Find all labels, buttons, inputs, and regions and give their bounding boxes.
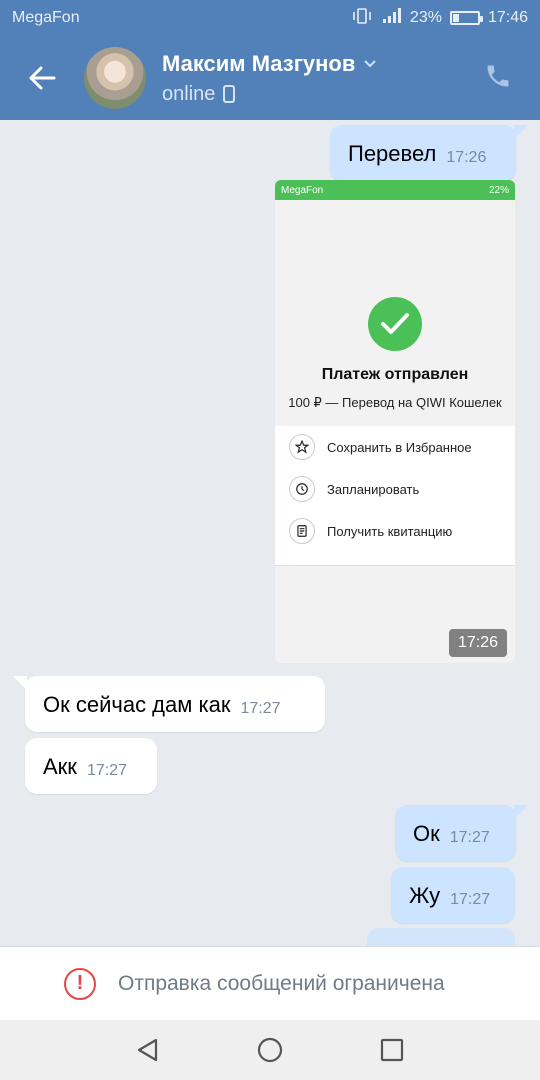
- presence-row: online: [162, 83, 377, 106]
- payment-title: Платеж отправлен: [321, 366, 469, 383]
- message-text: Жу: [409, 883, 441, 908]
- message-bubble[interactable]: Перевел 17:26: [330, 125, 528, 181]
- clock-icon: [289, 476, 315, 502]
- message-bubble[interactable]: Акк 17:27: [25, 738, 157, 794]
- system-nav-bar: [0, 1020, 540, 1080]
- chevron-down-icon: [364, 59, 377, 67]
- message-text: Ок: [413, 821, 440, 846]
- status-icons: 23% 17:46: [352, 7, 528, 30]
- message-text: Перевел: [348, 141, 437, 166]
- avatar[interactable]: [84, 47, 146, 109]
- payment-subtitle: 100 ₽ — Перевод на QIWI Кошелек: [288, 395, 502, 410]
- menu-item-schedule: Запланировать: [275, 468, 515, 510]
- battery-icon: [449, 11, 483, 25]
- success-check-icon: [368, 297, 422, 351]
- attachment-battery: 22%: [488, 184, 509, 196]
- battery-percent: 23%: [409, 9, 442, 26]
- chat-header: Максим Мазгунов online: [0, 36, 540, 120]
- message-time: 17:27: [86, 762, 127, 779]
- message-text: Акк: [43, 754, 77, 779]
- message-bubble[interactable]: Ок сейчас дам как 17:27: [13, 676, 325, 732]
- restriction-bar: ! Отправка сообщений ограничена: [0, 946, 540, 1020]
- contact-name: Максим Мазгунов: [162, 50, 356, 76]
- message-bubble-partial[interactable]: [367, 928, 515, 946]
- attachment-status-bar: MegaFon 22%: [275, 180, 515, 200]
- attachment-carrier: MegaFon: [281, 184, 324, 196]
- clock-label: 17:46: [487, 9, 528, 26]
- nav-recents-button[interactable]: [377, 1035, 407, 1065]
- triangle-back-icon: [137, 1038, 158, 1062]
- top-bar: MegaFon 23% 17:46 Максим Мазгунов online: [0, 0, 540, 120]
- message-bubble[interactable]: Ок 17:27: [395, 805, 528, 861]
- message-text: Ок сейчас дам как: [43, 692, 231, 717]
- back-button[interactable]: [18, 54, 66, 102]
- nav-home-button[interactable]: [255, 1035, 285, 1065]
- message-bubble[interactable]: Жу 17:27: [391, 867, 515, 923]
- receipt-icon: [289, 518, 315, 544]
- message-time: 17:27: [450, 891, 491, 908]
- message-time: 17:27: [449, 829, 490, 846]
- nav-back-button[interactable]: [133, 1035, 163, 1065]
- menu-item-label: Запланировать: [327, 481, 420, 497]
- payment-menu: Сохранить в Избранное Запланировать Полу…: [275, 426, 515, 566]
- restriction-text: Отправка сообщений ограничена: [118, 971, 445, 995]
- phone-icon: [487, 65, 509, 87]
- mobile-icon: [223, 85, 236, 103]
- attachment-time: 17:26: [448, 629, 507, 657]
- menu-item-label: Получить квитанцию: [327, 523, 453, 539]
- menu-item-receipt: Получить квитанцию: [275, 510, 515, 552]
- signal-icon: [380, 7, 402, 30]
- presence-status: online: [162, 82, 216, 105]
- contact-name-row: Максим Мазгунов: [162, 51, 377, 77]
- chat-area[interactable]: Перевел 17:26 MegaFon 22% Платеж отправл…: [0, 120, 540, 946]
- image-attachment[interactable]: MegaFon 22% Платеж отправлен 100 ₽ — Пер…: [275, 180, 515, 663]
- vibrate-icon: [352, 7, 372, 30]
- message-time: 17:27: [240, 700, 281, 717]
- warning-icon: !: [64, 967, 96, 1000]
- contact-info[interactable]: Максим Мазгунов online: [162, 51, 377, 106]
- menu-item-favorite: Сохранить в Избранное: [275, 426, 515, 468]
- call-button[interactable]: [478, 56, 518, 96]
- square-recents-icon: [380, 1038, 404, 1062]
- menu-item-label: Сохранить в Избранное: [327, 439, 472, 455]
- message-time: 17:26: [446, 149, 487, 166]
- star-icon: [289, 434, 315, 460]
- carrier-label: MegaFon: [12, 9, 80, 26]
- circle-home-icon: [257, 1037, 283, 1063]
- arrow-left-icon: [29, 66, 56, 90]
- status-bar: MegaFon 23% 17:46: [0, 0, 540, 36]
